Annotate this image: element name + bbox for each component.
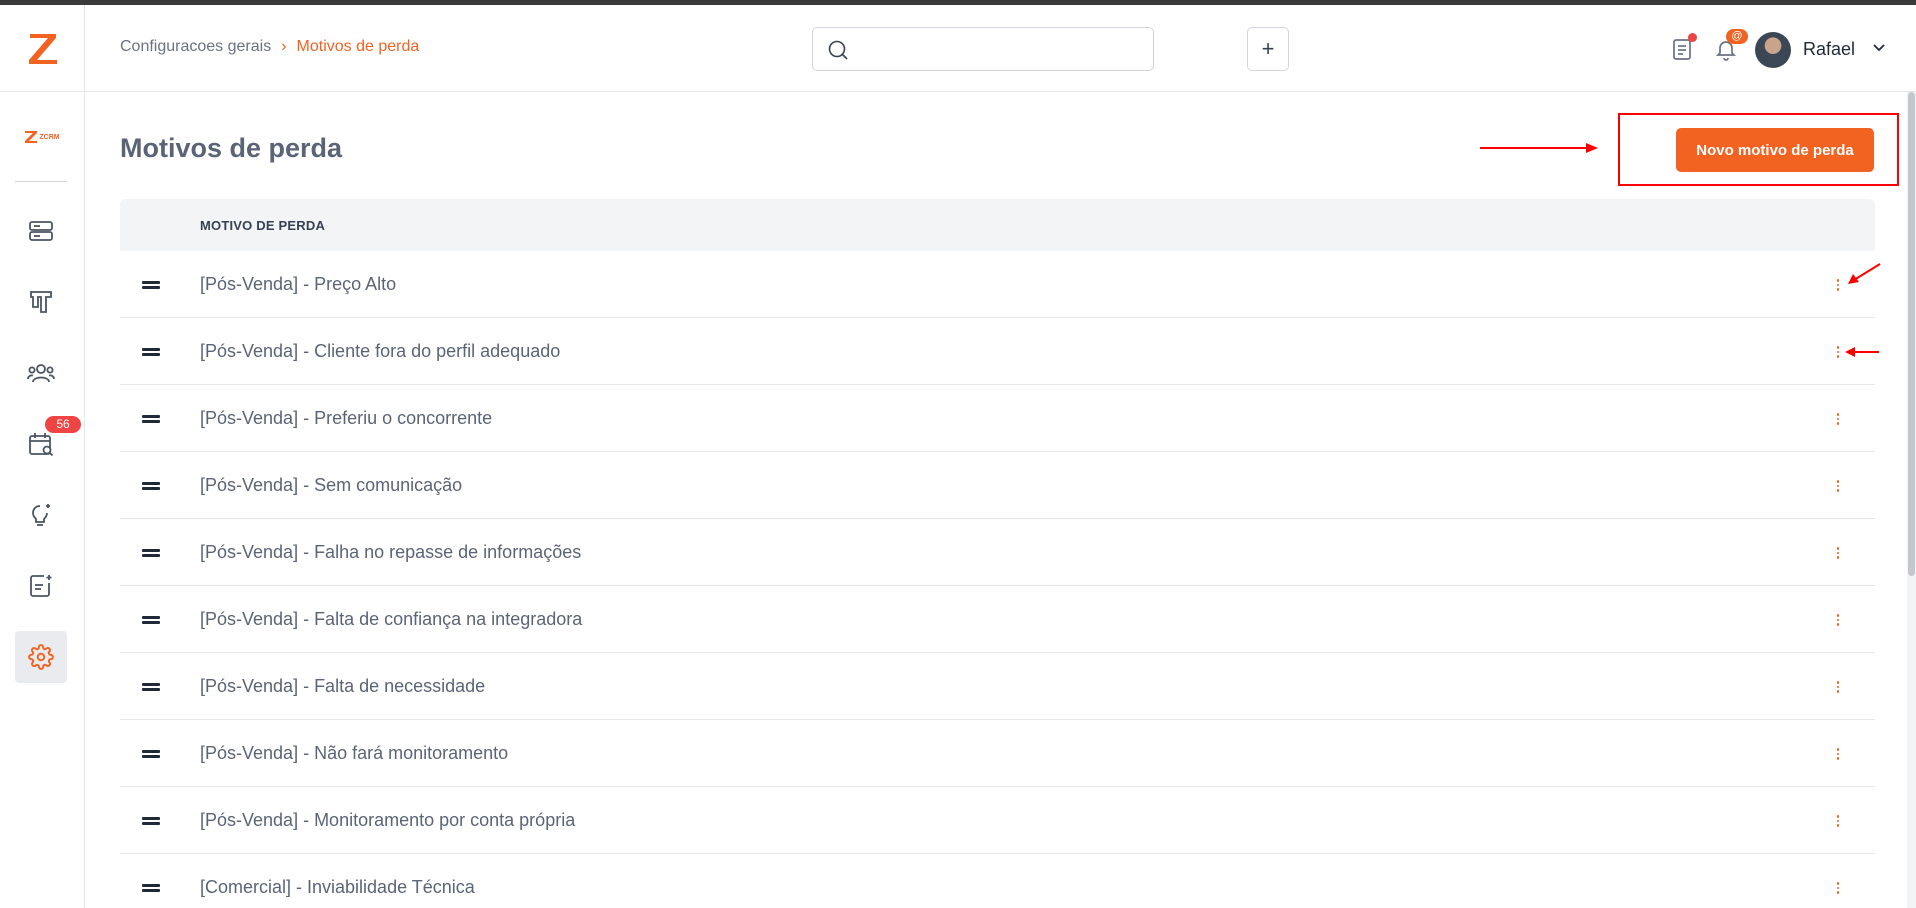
notifications-button[interactable]: @ <box>1712 29 1748 63</box>
kanban-icon <box>30 291 52 313</box>
sidebar-item-pipeline[interactable] <box>15 276 67 328</box>
drag-handle-icon[interactable] <box>142 616 160 624</box>
search-icon <box>828 40 848 60</box>
more-options-icon[interactable] <box>1832 611 1844 629</box>
breadcrumb-root-link[interactable]: Configuracoes gerais <box>120 38 271 56</box>
table-header: MOTIVO DE PERDA <box>120 199 1875 251</box>
row-label: [Pós-Venda] - Falha no repasse de inform… <box>200 542 582 562</box>
drag-handle-icon[interactable] <box>142 348 160 356</box>
sidebar-item-ideas[interactable] <box>15 489 67 541</box>
lightbulb-icon <box>32 504 50 526</box>
new-loss-reason-button[interactable]: Novo motivo de perda <box>1676 128 1874 172</box>
row-label: [Pós-Venda] - Falta de confiança na inte… <box>200 609 583 629</box>
table-row[interactable]: [Pós-Venda] - Falta de necessidade <box>120 653 1875 720</box>
app-logo[interactable] <box>0 5 85 92</box>
more-options-icon[interactable] <box>1832 678 1844 696</box>
chevron-down-icon[interactable] <box>1871 39 1887 55</box>
page-title: Motivos de perda <box>120 133 343 163</box>
loss-reasons-table: MOTIVO DE PERDA [Pós-Venda] - Preço Alto… <box>120 199 1875 908</box>
annotation-arrow-diagonal <box>1848 263 1881 284</box>
more-options-icon[interactable] <box>1832 745 1844 763</box>
zcrm-logo-icon <box>25 131 38 143</box>
more-options-icon[interactable] <box>1832 812 1844 830</box>
gear-icon <box>28 644 54 670</box>
agenda-count-badge: 56 <box>45 416 81 433</box>
table-row[interactable]: [Pós-Venda] - Sem comunicação <box>120 452 1875 519</box>
tasks-notification-dot <box>1688 33 1697 42</box>
search-input[interactable] <box>861 36 1141 62</box>
table-row[interactable]: [Comercial] - Inviabilidade Técnica <box>120 854 1875 908</box>
row-label: [Pós-Venda] - Sem comunicação <box>200 475 463 495</box>
annotation-arrow-right <box>1480 143 1598 153</box>
table-row[interactable]: [Pós-Venda] - Monitoramento por conta pr… <box>120 787 1875 854</box>
row-label: [Pós-Venda] - Preferiu o concorrente <box>200 408 493 428</box>
drag-handle-icon[interactable] <box>142 549 160 557</box>
user-name[interactable]: Rafael <box>1803 39 1855 60</box>
more-options-icon[interactable] <box>1832 544 1844 562</box>
zcrm-brand: ZCRM <box>22 127 62 147</box>
drag-handle-icon[interactable] <box>142 884 160 892</box>
tasks-button[interactable] <box>1668 33 1697 63</box>
zcrm-label: ZCRM <box>39 133 60 141</box>
breadcrumb-current: Motivos de perda <box>296 38 420 55</box>
table-row[interactable]: [Pós-Venda] - Preço Alto <box>120 251 1875 318</box>
more-options-icon[interactable] <box>1832 276 1844 294</box>
annotation-arrow-left <box>1845 347 1879 357</box>
table-body: [Pós-Venda] - Preço Alto [Pós-Venda] - Cl… <box>120 251 1875 908</box>
breadcrumb-separator: › <box>281 38 287 55</box>
row-label: [Pós-Venda] - Não fará monitoramento <box>200 743 509 763</box>
calendar-search-icon <box>29 433 54 457</box>
table-row[interactable]: [Pós-Venda] - Preferiu o concorrente <box>120 385 1875 452</box>
more-options-icon[interactable] <box>1832 410 1844 428</box>
z-logo-icon <box>28 34 57 64</box>
mention-badge: @ <box>1726 29 1748 44</box>
sidebar-item-notes[interactable] <box>15 560 67 612</box>
more-options-icon[interactable] <box>1832 477 1844 495</box>
drag-handle-icon[interactable] <box>142 482 160 490</box>
row-label: [Pós-Venda] - Monitoramento por conta pr… <box>200 810 576 830</box>
table-row[interactable]: [Pós-Venda] - Falha no repasse de inform… <box>120 519 1875 586</box>
page-scrollbar[interactable] <box>1907 92 1916 908</box>
sidebar-item-servers[interactable] <box>15 205 67 257</box>
sidebar-divider <box>15 181 67 182</box>
sidebar: ZCRM 56 <box>0 5 85 908</box>
table-row[interactable]: [Pós-Venda] - Cliente fora do perfil ade… <box>120 318 1875 385</box>
column-header-reason: MOTIVO DE PERDA <box>200 218 326 233</box>
row-label: [Pós-Venda] - Falta de necessidade <box>200 676 486 696</box>
row-label: [Pós-Venda] - Preço Alto <box>200 274 397 294</box>
notes-icon <box>30 575 52 597</box>
sidebar-item-settings[interactable] <box>15 631 67 683</box>
avatar[interactable] <box>1755 32 1791 68</box>
sidebar-item-agenda[interactable]: 56 <box>15 416 81 470</box>
table-row[interactable]: [Pós-Venda] - Falta de confiança na inte… <box>120 586 1875 653</box>
more-options-icon[interactable] <box>1832 879 1844 897</box>
users-icon <box>27 364 55 383</box>
drag-handle-icon[interactable] <box>142 750 160 758</box>
quick-add-button[interactable]: + <box>1247 27 1289 71</box>
breadcrumb: Configuracoes gerais › Motivos de perda <box>120 38 419 56</box>
drag-handle-icon[interactable] <box>142 415 160 423</box>
scrollbar-thumb[interactable] <box>1908 92 1915 576</box>
row-label: [Comercial] - Inviabilidade Técnica <box>200 877 475 897</box>
sidebar-item-contacts[interactable] <box>15 347 67 399</box>
table-row[interactable]: [Pós-Venda] - Não fará monitoramento <box>120 720 1875 787</box>
search-box[interactable] <box>812 27 1154 71</box>
server-icon <box>29 221 53 241</box>
top-header: Configuracoes gerais › Motivos de perda … <box>85 5 1916 92</box>
drag-handle-icon[interactable] <box>142 281 160 289</box>
row-label: [Pós-Venda] - Cliente fora do perfil ade… <box>200 341 561 361</box>
drag-handle-icon[interactable] <box>142 683 160 691</box>
drag-handle-icon[interactable] <box>142 817 160 825</box>
